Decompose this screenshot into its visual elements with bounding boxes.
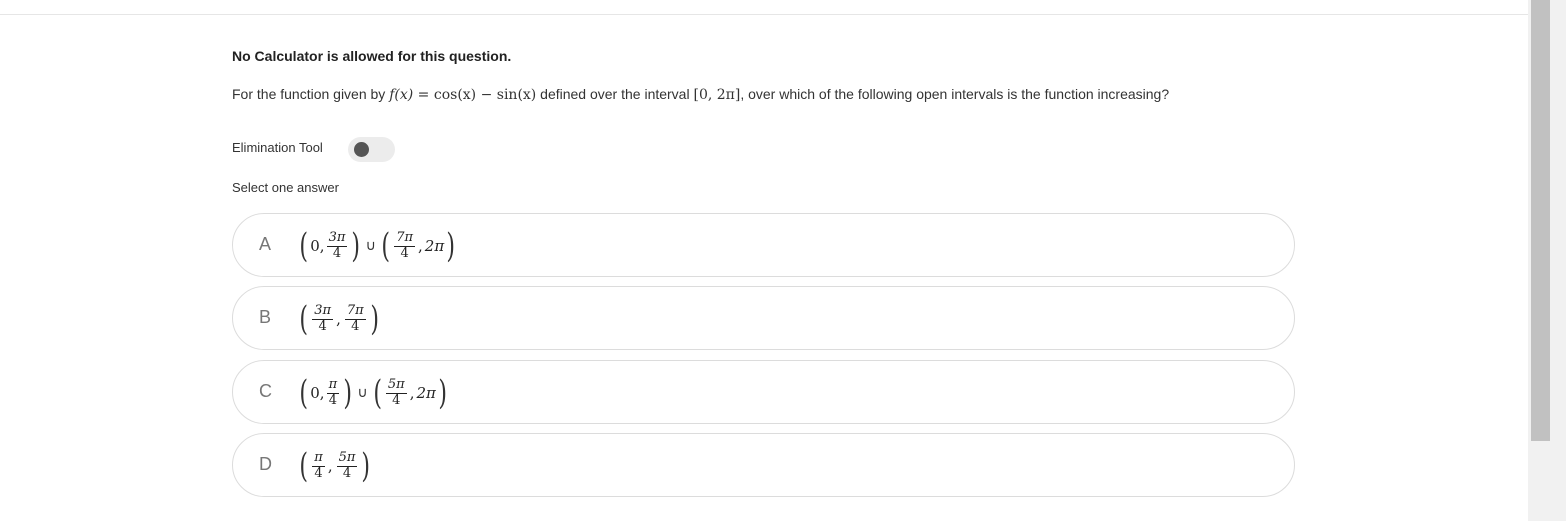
select-prompt: Select one answer xyxy=(232,180,339,195)
option-c-fraction-1: π 4 xyxy=(326,376,340,409)
elimination-tool-label: Elimination Tool xyxy=(232,140,323,155)
question-equals: = xyxy=(413,87,434,103)
elimination-tool-toggle[interactable] xyxy=(348,137,395,162)
answer-option-a[interactable]: A ( 0, 3π 4 ) ∪ ( 7π 4 , 2π ) xyxy=(232,213,1295,277)
option-b-fraction-2: 7π 4 xyxy=(344,302,366,335)
question-interval: [0, 2π] xyxy=(693,87,741,103)
option-a-fraction-1: 3π 4 xyxy=(326,229,348,262)
toggle-knob xyxy=(354,142,369,157)
fraction-numerator: 5π xyxy=(385,376,407,394)
calculator-notice: No Calculator is allowed for this questi… xyxy=(232,48,512,64)
option-c-left-start: 0, xyxy=(310,384,325,402)
option-a-right-end: 2π xyxy=(424,237,445,255)
question-expression: cos(x) − sin(x) xyxy=(433,87,537,103)
fraction-denominator: 4 xyxy=(392,392,401,408)
fraction-denominator: 4 xyxy=(318,318,327,334)
option-letter: D xyxy=(259,454,272,474)
fraction-numerator: 3π xyxy=(326,229,348,247)
option-c-fraction-2: 5π 4 xyxy=(385,376,407,409)
comma: , xyxy=(336,310,341,328)
scrollbar-thumb[interactable] xyxy=(1531,0,1550,441)
answer-option-d[interactable]: D ( π 4 , 5π 4 ) xyxy=(232,433,1295,497)
option-b-fraction-1: 3π 4 xyxy=(312,302,334,335)
union-symbol: ∪ xyxy=(365,238,376,254)
option-d-fraction-2: 5π 4 xyxy=(336,449,358,482)
option-a-math: ( 0, 3π 4 ) ∪ ( 7π 4 , 2π ) xyxy=(299,226,456,266)
fraction-denominator: 4 xyxy=(351,318,360,334)
fraction-denominator: 4 xyxy=(342,465,352,481)
fraction-numerator: 5π xyxy=(336,449,358,467)
question-function: f(x) xyxy=(389,87,414,103)
answer-option-b[interactable]: B ( 3π 4 , 7π 4 ) xyxy=(232,286,1295,350)
option-d-math: ( π 4 , 5π 4 ) xyxy=(299,446,371,486)
fraction-numerator: π xyxy=(326,376,340,394)
fraction-numerator: π xyxy=(312,449,325,467)
fraction-numerator: 7π xyxy=(344,302,366,320)
answer-option-c[interactable]: C ( 0, π 4 ) ∪ ( 5π 4 , 2π ) xyxy=(232,360,1295,424)
option-letter: C xyxy=(259,381,272,401)
option-d-fraction-1: π 4 xyxy=(312,449,325,482)
question-text: For the function given by f(x) = cos(x) … xyxy=(232,86,1169,103)
option-letter: B xyxy=(259,307,272,327)
fraction-denominator: 4 xyxy=(332,245,342,261)
fraction-denominator: 4 xyxy=(328,392,337,408)
option-a-fraction-2: 7π 4 xyxy=(394,229,416,262)
top-divider xyxy=(0,14,1528,15)
option-c-right-end: 2π xyxy=(416,384,436,402)
option-c-math: ( 0, π 4 ) ∪ ( 5π 4 , 2π ) xyxy=(299,373,447,413)
union-symbol: ∪ xyxy=(357,385,368,401)
fraction-numerator: 7π xyxy=(394,229,416,247)
option-letter: A xyxy=(259,234,272,254)
option-a-left-start: 0, xyxy=(310,237,325,255)
question-middle: defined over the interval xyxy=(540,86,690,102)
fraction-denominator: 4 xyxy=(400,245,409,261)
option-b-math: ( 3π 4 , 7π 4 ) xyxy=(299,299,379,339)
question-suffix: , over which of the following open inter… xyxy=(740,86,1170,102)
fraction-numerator: 3π xyxy=(312,302,334,320)
fraction-denominator: 4 xyxy=(314,465,323,481)
question-prefix: For the function given by xyxy=(232,86,386,102)
comma: , xyxy=(327,457,333,475)
